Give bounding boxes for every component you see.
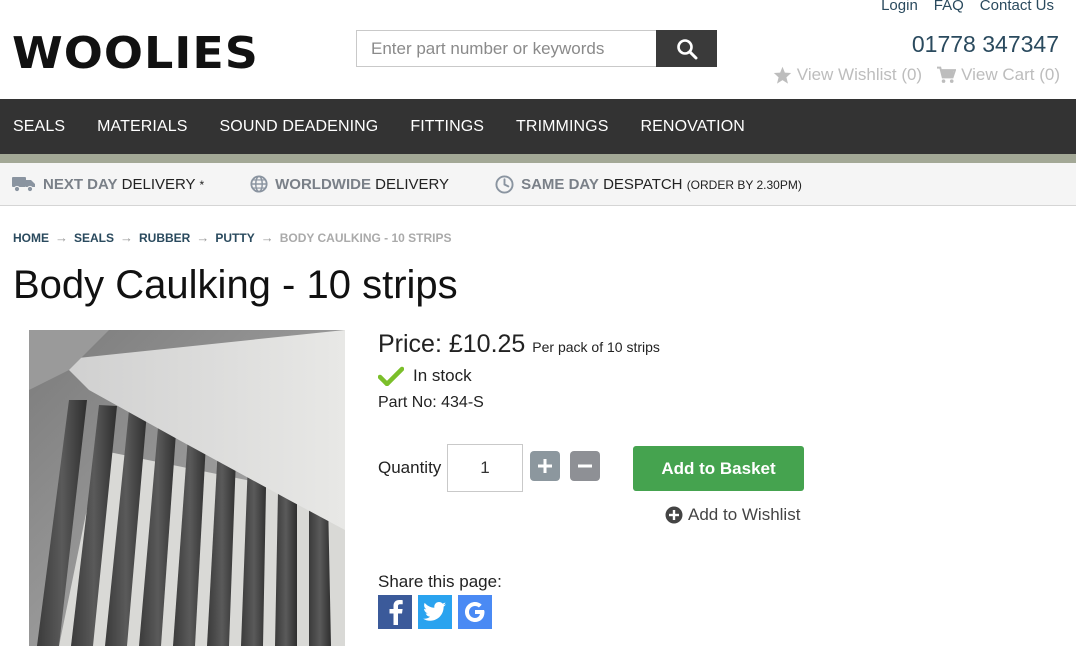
share-label: Share this page: <box>378 572 502 591</box>
main-nav: SEALS MATERIALS SOUND DEADENING FITTINGS… <box>0 99 1076 154</box>
search-bar <box>356 30 717 67</box>
nav-fittings[interactable]: FITTINGS <box>410 118 484 136</box>
share-buttons <box>378 595 492 629</box>
cart-icon <box>937 66 957 83</box>
plus-icon <box>538 459 552 473</box>
usp-same-day-text: DESPATCH <box>603 175 683 193</box>
page-title: Body Caulking - 10 strips <box>13 263 458 307</box>
usp-same-day-highlight: SAME DAY <box>521 175 599 193</box>
usp-bar: NEXT DAY DELIVERY * WORLDWIDE DELIVERY S… <box>0 163 1076 206</box>
search-icon <box>676 38 697 59</box>
checkmark-icon <box>378 366 404 386</box>
usp-next-day-highlight: NEXT DAY <box>43 175 118 193</box>
quantity-increase-button[interactable] <box>530 451 560 481</box>
usp-asterisk: * <box>199 177 205 192</box>
twitter-icon <box>423 602 446 621</box>
minus-icon <box>578 464 592 468</box>
part-number: Part No: 434-S <box>378 394 484 411</box>
product-image[interactable] <box>29 330 345 646</box>
quantity-label: Quantity <box>378 458 442 477</box>
stock-label: In stock <box>413 366 472 385</box>
usp-order-by: (ORDER BY 2.30PM) <box>686 177 802 192</box>
breadcrumb-seals[interactable]: SEALS <box>74 231 114 245</box>
add-to-basket-button[interactable]: Add to Basket <box>633 446 804 491</box>
usp-worldwide-highlight: WORLDWIDE <box>275 175 371 193</box>
view-wishlist-link[interactable]: View Wishlist (0) <box>773 65 922 85</box>
faq-link[interactable]: FAQ <box>934 0 964 14</box>
usp-worldwide: WORLDWIDE DELIVERY <box>250 175 449 193</box>
cart-label: View Cart (0) <box>961 65 1060 84</box>
nav-materials[interactable]: MATERIALS <box>97 118 187 136</box>
breadcrumb-putty[interactable]: PUTTY <box>215 231 254 245</box>
price-value: £10.25 <box>448 330 526 358</box>
product-photo <box>29 330 345 646</box>
breadcrumb-current: BODY CAULKING - 10 STRIPS <box>279 230 452 245</box>
usp-same-day: SAME DAY DESPATCH (ORDER BY 2.30PM) <box>495 174 802 194</box>
search-input[interactable] <box>356 30 656 67</box>
share-twitter-button[interactable] <box>418 595 452 629</box>
site-logo[interactable]: WOOLIES <box>12 27 259 78</box>
google-icon <box>465 602 485 622</box>
nav-trimmings[interactable]: TRIMMINGS <box>516 118 608 136</box>
wishlist-label: View Wishlist (0) <box>796 65 923 84</box>
nav-sound-deadening[interactable]: SOUND DEADENING <box>220 118 379 136</box>
search-button[interactable] <box>656 30 717 67</box>
add-to-wishlist-link[interactable]: Add to Wishlist <box>665 505 800 525</box>
stock-status: In stock <box>378 366 472 386</box>
contact-us-link[interactable]: Contact Us <box>980 0 1054 14</box>
breadcrumb-arrow-icon: → <box>260 230 274 245</box>
phone-number[interactable]: 01778 347347 <box>912 31 1059 58</box>
usp-next-day-text: DELIVERY <box>121 175 196 193</box>
star-icon <box>773 66 791 84</box>
share-google-button[interactable] <box>458 595 492 629</box>
breadcrumb: HOME → SEALS → RUBBER → PUTTY → BODY CAU… <box>13 230 452 245</box>
quantity-input[interactable] <box>447 444 523 492</box>
login-link[interactable]: Login <box>881 0 918 14</box>
breadcrumb-arrow-icon: → <box>120 230 134 245</box>
price-block: Price: £10.25 Per pack of 10 strips <box>378 330 660 359</box>
breadcrumb-home[interactable]: HOME <box>13 231 49 245</box>
facebook-icon <box>389 600 403 625</box>
nav-seals[interactable]: SEALS <box>13 118 65 136</box>
quantity-decrease-button[interactable] <box>570 451 600 481</box>
plus-circle-icon <box>665 506 683 524</box>
price-note: Per pack of 10 strips <box>532 339 660 355</box>
breadcrumb-arrow-icon: → <box>196 230 210 245</box>
truck-icon <box>12 177 35 193</box>
breadcrumb-arrow-icon: → <box>55 230 68 245</box>
view-cart-link[interactable]: View Cart (0) <box>936 65 1060 85</box>
top-links: Login FAQ Contact Us <box>881 0 1054 14</box>
nav-renovation[interactable]: RENOVATION <box>641 118 745 136</box>
globe-icon <box>250 175 268 193</box>
usp-next-day: NEXT DAY DELIVERY * <box>12 175 204 193</box>
price-label: Price: <box>378 330 442 358</box>
header-links: View Wishlist (0) View Cart (0) <box>773 65 1060 85</box>
nav-divider <box>0 154 1076 163</box>
breadcrumb-rubber[interactable]: RUBBER <box>139 231 190 245</box>
clock-icon <box>495 174 514 194</box>
share-facebook-button[interactable] <box>378 595 412 629</box>
usp-worldwide-text: DELIVERY <box>375 175 450 193</box>
add-to-wishlist-label: Add to Wishlist <box>688 505 801 524</box>
